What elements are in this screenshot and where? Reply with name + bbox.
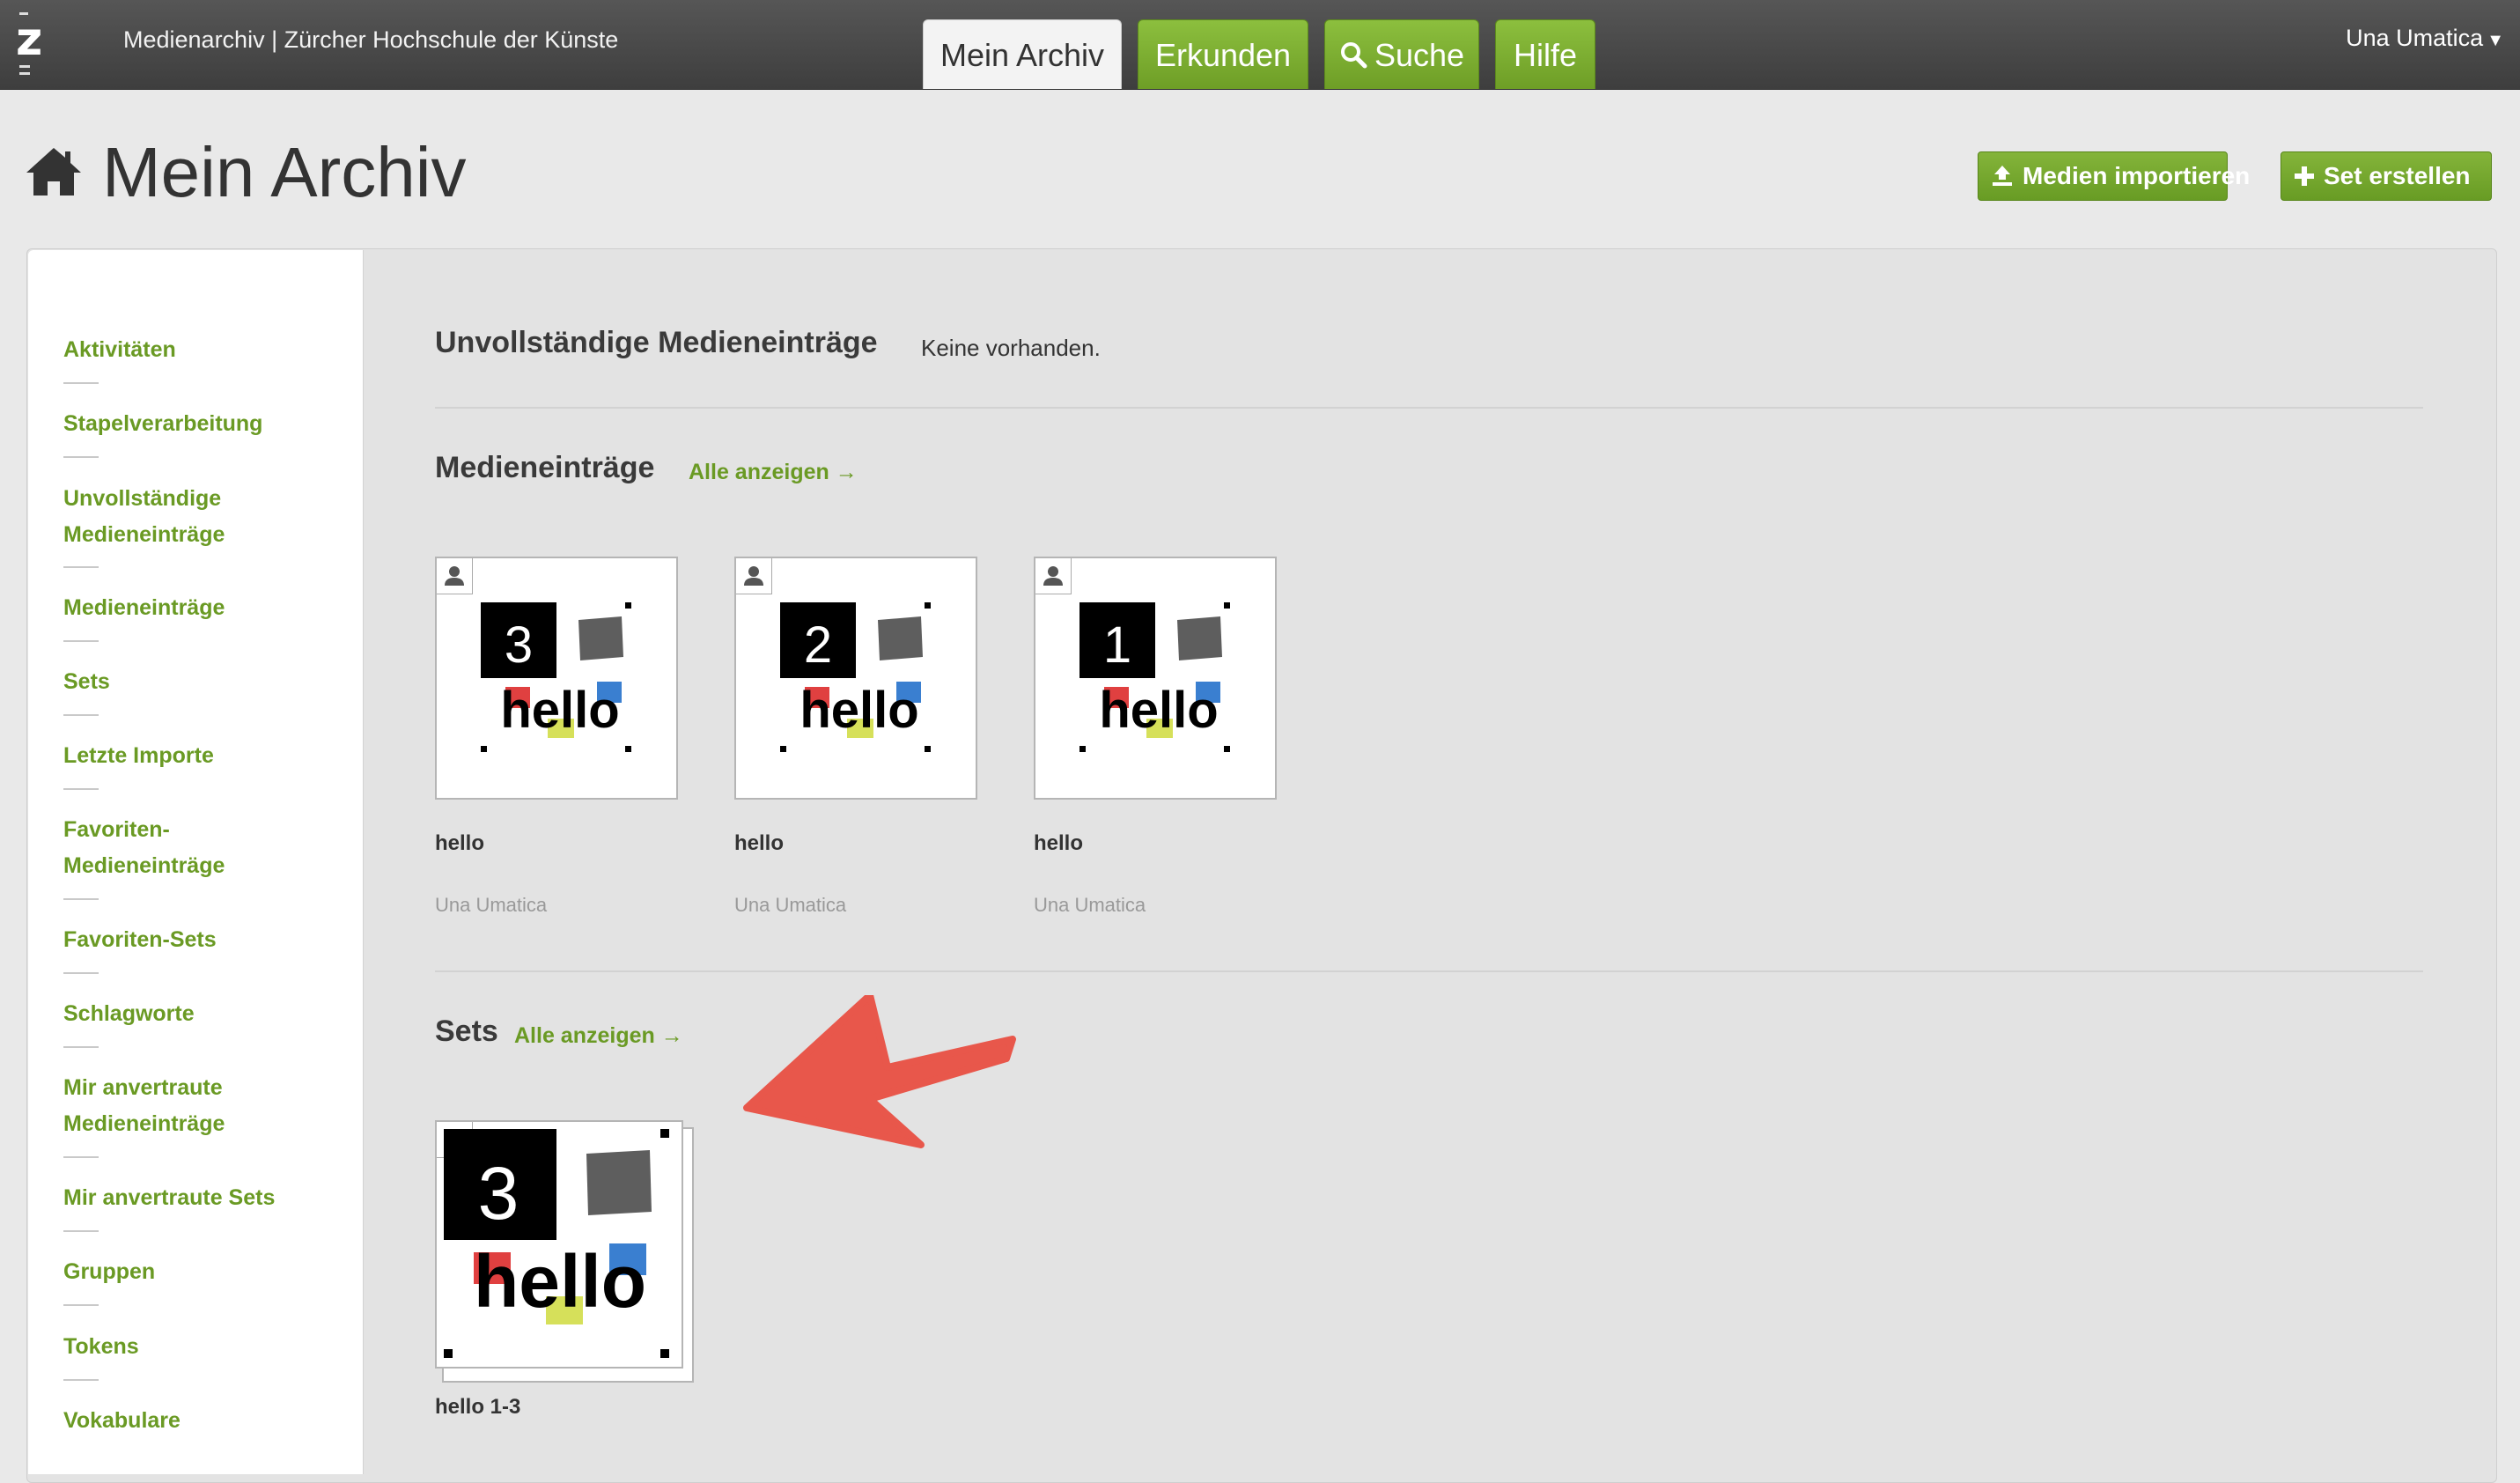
tab-hilfe[interactable]: Hilfe	[1495, 19, 1595, 89]
sidebar-divider	[63, 714, 99, 716]
sidebar-item-aktivitaeten[interactable]: Aktivitäten	[63, 332, 345, 368]
import-media-label: Medien importieren	[2023, 162, 2251, 189]
sidebar-item-medieneintraege[interactable]: Medieneinträge	[63, 590, 345, 626]
sidebar-divider	[63, 1304, 99, 1306]
set-thumbnail[interactable]: 3 hello	[435, 1120, 683, 1369]
sidebar-divider	[63, 1379, 99, 1381]
sidebar-item-label: Favoriten-	[63, 817, 170, 842]
section-divider	[435, 407, 2423, 409]
media-author: Una Umatica	[1034, 894, 1146, 916]
media-show-all-link[interactable]: Alle anzeigen →	[689, 460, 858, 485]
tab-suche[interactable]: Suche	[1324, 19, 1479, 89]
sidebar-divider	[63, 898, 99, 900]
top-navigation-bar: z Medienarchiv | Zürcher Hochschule der …	[0, 0, 2520, 90]
artwork-number: 3	[478, 1152, 519, 1235]
artwork-text: hello	[799, 682, 918, 739]
media-section-title: Medieneinträge	[435, 451, 655, 484]
sidebar-item-schlagworte[interactable]: Schlagworte	[63, 996, 345, 1032]
artwork-number: 2	[804, 616, 832, 674]
artwork-text: hello	[474, 1240, 646, 1323]
sidebar-item-label: Medieneinträge	[63, 853, 225, 878]
sidebar-item-sets[interactable]: Sets	[63, 664, 345, 700]
sidebar-item-tokens[interactable]: Tokens	[63, 1329, 345, 1365]
sidebar-divider	[63, 566, 99, 568]
sidebar-divider	[63, 972, 99, 974]
artwork-number: 1	[1103, 616, 1131, 674]
artwork-text: hello	[1099, 682, 1218, 739]
sets-section-title: Sets	[435, 1014, 498, 1048]
sidebar-divider	[63, 1156, 99, 1158]
caret-down-icon: ▼	[2487, 31, 2504, 50]
section-divider	[435, 970, 2423, 972]
media-artwork: 1 hello	[1079, 602, 1230, 752]
sets-show-all-link[interactable]: Alle anzeigen →	[514, 1023, 683, 1049]
media-title[interactable]: hello	[734, 831, 784, 856]
page-title: Mein Archiv	[102, 133, 467, 211]
sidebar-item-favoriten-sets[interactable]: Favoriten-Sets	[63, 922, 345, 958]
set-artwork: 3hello	[444, 1129, 669, 1358]
plus-icon	[2294, 152, 2315, 200]
home-icon	[26, 148, 81, 196]
sidebar-divider	[63, 456, 99, 458]
tab-erkunden[interactable]: Erkunden	[1138, 19, 1308, 89]
sidebar: Aktivitäten Stapelverarbeitung Unvollstä…	[28, 250, 364, 1474]
sidebar-item-label: Medieneinträge	[63, 522, 225, 547]
sidebar-divider	[63, 1230, 99, 1232]
set-title[interactable]: hello 1-3	[435, 1395, 520, 1420]
incomplete-note: Keine vorhanden.	[921, 335, 1101, 361]
tab-suche-label: Suche	[1374, 37, 1465, 73]
artwork-grey-square	[578, 616, 623, 660]
sidebar-item-unvollstaendige[interactable]: Unvollständige Medieneinträge	[63, 481, 345, 553]
media-author: Una Umatica	[435, 894, 548, 916]
sidebar-item-label: Mir anvertraute	[63, 1075, 223, 1100]
user-name: Una Umatica	[2346, 25, 2484, 51]
media-author: Una Umatica	[734, 894, 847, 916]
sidebar-item-vokabulare[interactable]: Vokabulare	[63, 1403, 345, 1439]
sidebar-item-letzte-importe[interactable]: Letzte Importe	[63, 738, 345, 774]
sidebar-divider	[63, 1046, 99, 1048]
site-title[interactable]: Medienarchiv | Zürcher Hochschule der Kü…	[123, 26, 618, 54]
sidebar-item-favoriten-medieneintraege[interactable]: Favoriten- Medieneinträge	[63, 812, 345, 884]
sidebar-item-stapelverarbeitung[interactable]: Stapelverarbeitung	[63, 406, 345, 442]
artwork-grey-square	[1177, 616, 1222, 660]
import-media-button[interactable]: Medien importieren	[1978, 151, 2250, 201]
media-thumbnail[interactable]: 3 hello	[435, 557, 678, 800]
upload-icon	[1991, 152, 2014, 200]
media-title[interactable]: hello	[1034, 831, 1083, 856]
media-thumbnail[interactable]: 2 hello	[734, 557, 977, 800]
content-panel	[26, 248, 2497, 1483]
media-artwork: 2 hello	[780, 602, 931, 752]
sidebar-item-mir-anvertraute-medieneintraege[interactable]: Mir anvertraute Medieneinträge	[63, 1070, 345, 1142]
zhdk-logo[interactable]: z	[16, 12, 46, 75]
sidebar-divider	[63, 788, 99, 790]
sidebar-item-label: Medieneinträge	[63, 1111, 225, 1136]
artwork-text: hello	[500, 682, 619, 739]
media-artwork: 3 hello	[481, 602, 631, 752]
artwork-grey-square	[878, 616, 923, 660]
sidebar-divider	[63, 640, 99, 642]
incomplete-section-title: Unvollständige Medieneinträge	[435, 326, 878, 359]
sidebar-item-mir-anvertraute-sets[interactable]: Mir anvertraute Sets	[63, 1180, 345, 1216]
artwork-number: 3	[505, 616, 533, 674]
sidebar-item-label: Unvollständige	[63, 486, 222, 511]
media-thumbnail[interactable]: 1 hello	[1034, 557, 1277, 800]
sidebar-item-gruppen[interactable]: Gruppen	[63, 1254, 345, 1290]
user-menu[interactable]: Una Umatica ▼	[2346, 25, 2504, 52]
annotation-arrow	[743, 995, 1016, 1148]
search-icon	[1339, 23, 1367, 92]
tab-mein-archiv[interactable]: Mein Archiv	[923, 19, 1122, 89]
create-set-label: Set erstellen	[2324, 162, 2471, 189]
media-title[interactable]: hello	[435, 831, 484, 856]
create-set-button[interactable]: Set erstellen	[2281, 151, 2492, 201]
sidebar-divider	[63, 382, 99, 384]
